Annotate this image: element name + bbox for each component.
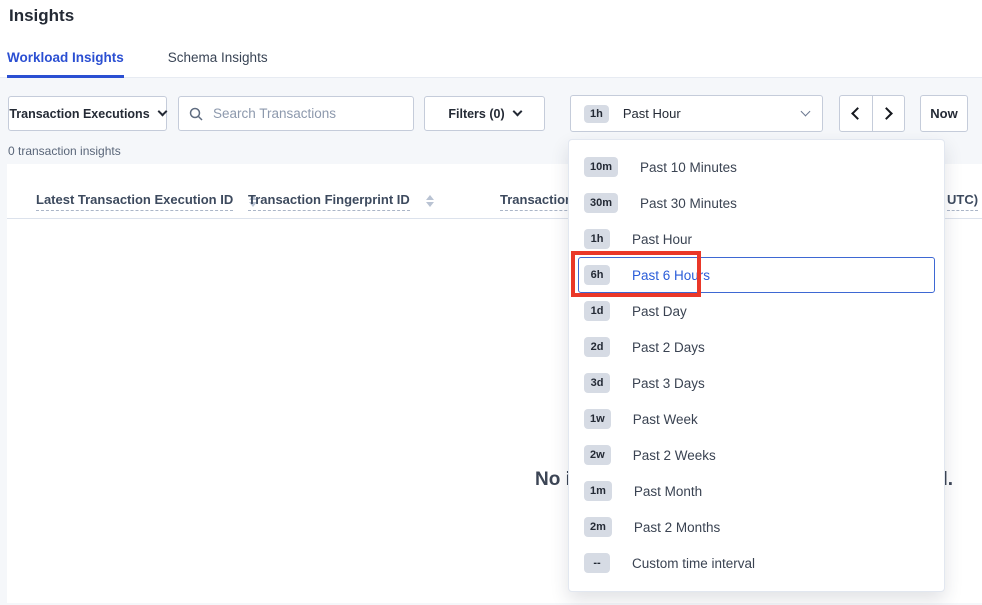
time-interval-option[interactable]: 1w Past Week: [578, 401, 935, 437]
time-option-badge: 2m: [584, 517, 612, 537]
now-button[interactable]: Now: [920, 95, 968, 132]
column-header-latest-txn-execution-id[interactable]: Latest Transaction Execution ID: [36, 192, 257, 211]
time-interval-badge: 1h: [584, 105, 609, 123]
time-option-label: Past 2 Months: [634, 520, 720, 535]
tab-bar: Workload Insights Schema Insights: [7, 50, 268, 78]
page-header: Insights Workload Insights Schema Insigh…: [0, 0, 982, 78]
tab-workload-insights[interactable]: Workload Insights: [7, 50, 124, 78]
time-pager: [839, 95, 905, 132]
time-interval-option[interactable]: 2m Past 2 Months: [578, 509, 935, 545]
time-option-badge: 2w: [584, 445, 611, 465]
time-interval-option[interactable]: 2d Past 2 Days: [578, 329, 935, 365]
filters-button[interactable]: Filters (0): [424, 96, 545, 131]
search-icon: [189, 107, 203, 121]
time-option-label: Past 2 Weeks: [633, 448, 716, 463]
column-header-label: UTC): [947, 192, 978, 211]
time-interval-option[interactable]: 1m Past Month: [578, 473, 935, 509]
time-option-badge: 1h: [584, 229, 610, 249]
column-header-utc-fragment[interactable]: UTC): [947, 192, 978, 211]
filters-label: Filters (0): [448, 107, 504, 121]
time-interval-option[interactable]: 10m Past 10 Minutes: [578, 149, 935, 185]
column-header-txn-fingerprint-id[interactable]: Transaction Fingerprint ID: [248, 192, 434, 211]
chevron-down-icon: [512, 107, 522, 117]
column-header-label: Latest Transaction Execution ID: [36, 192, 233, 211]
time-option-label: Past Day: [632, 304, 687, 319]
chevron-down-icon: [801, 107, 811, 117]
time-option-badge: 10m: [584, 157, 618, 177]
time-interval-dropdown: 10m Past 10 Minutes 30m Past 30 Minutes …: [568, 139, 945, 592]
time-option-badge: 2d: [584, 337, 610, 357]
time-interval-value: Past Hour: [623, 106, 681, 121]
time-option-label: Past 6 Hours: [632, 268, 710, 283]
chevron-right-icon: [880, 107, 893, 120]
time-option-badge: 30m: [584, 193, 618, 213]
time-interval-select[interactable]: 1h Past Hour: [570, 95, 823, 132]
time-option-label: Past Hour: [632, 232, 692, 247]
time-option-badge: 3d: [584, 373, 610, 393]
time-option-label: Past 2 Days: [632, 340, 705, 355]
time-option-badge: 1w: [584, 409, 611, 429]
time-interval-option[interactable]: -- Custom time interval: [578, 545, 935, 581]
sort-icon: [426, 195, 434, 207]
time-option-label: Custom time interval: [632, 556, 755, 571]
time-option-label: Past 10 Minutes: [640, 160, 737, 175]
time-option-label: Past Week: [633, 412, 698, 427]
time-interval-option[interactable]: 1d Past Day: [578, 293, 935, 329]
search-box[interactable]: [178, 96, 414, 131]
results-count: 0 transaction insights: [8, 144, 121, 158]
page-title: Insights: [0, 0, 982, 26]
time-interval-option[interactable]: 2w Past 2 Weeks: [578, 437, 935, 473]
time-option-badge: --: [584, 553, 610, 573]
time-option-label: Past 3 Days: [632, 376, 705, 391]
time-interval-option[interactable]: 30m Past 30 Minutes: [578, 185, 935, 221]
time-interval-option[interactable]: 1h Past Hour: [578, 221, 935, 257]
time-interval-option[interactable]: 3d Past 3 Days: [578, 365, 935, 401]
column-header-label: Transaction Fingerprint ID: [248, 192, 410, 211]
time-option-badge: 1m: [584, 481, 612, 501]
time-option-label: Past 30 Minutes: [640, 196, 737, 211]
workload-type-select[interactable]: Transaction Executions: [8, 96, 167, 131]
tab-schema-insights[interactable]: Schema Insights: [168, 50, 268, 78]
previous-interval-button[interactable]: [840, 96, 873, 131]
chevron-down-icon: [157, 107, 167, 117]
insights-page: Insights Workload Insights Schema Insigh…: [0, 0, 982, 605]
time-interval-option[interactable]: 6h Past 6 Hours: [578, 257, 935, 293]
search-input[interactable]: [211, 105, 403, 122]
time-option-label: Past Month: [634, 484, 702, 499]
next-interval-button[interactable]: [873, 96, 905, 131]
time-option-badge: 1d: [584, 301, 610, 321]
workload-type-label: Transaction Executions: [9, 107, 149, 121]
chevron-left-icon: [851, 107, 864, 120]
time-option-badge: 6h: [584, 265, 610, 285]
